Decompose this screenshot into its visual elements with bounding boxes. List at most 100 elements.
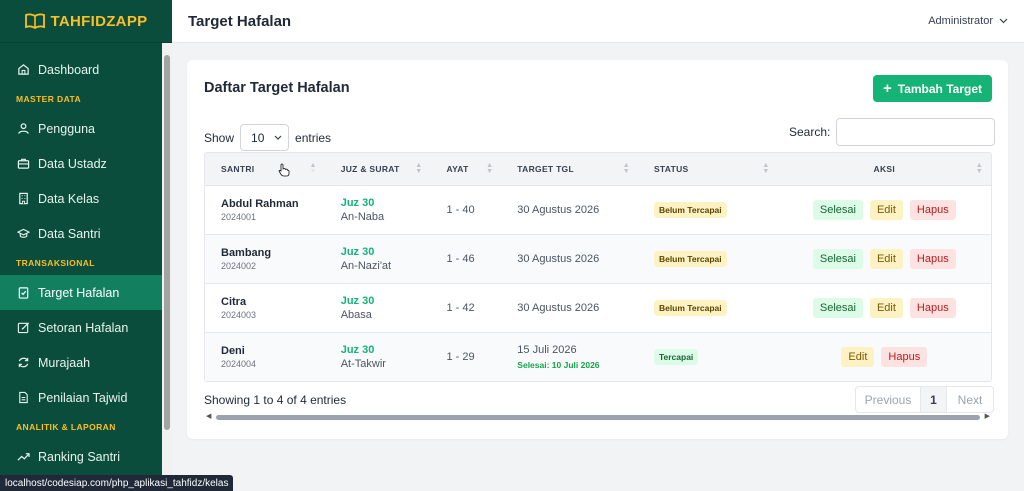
table-row: Bambang 2024002 Juz 30 An-Nazi'at 1 - 46 3…	[205, 234, 991, 283]
sidebar-item-label: Data Kelas	[38, 191, 100, 206]
sidebar-item-data-ustadz[interactable]: Data Ustadz	[0, 146, 162, 181]
sort-icon: ▲ ▼	[309, 162, 317, 175]
user-name: Administrator	[928, 15, 993, 27]
brand[interactable]: TAHFIDZAPP	[0, 0, 172, 43]
sidebar-item-label: Murajaah	[38, 355, 91, 370]
sidebar-item-setoran-hafalan[interactable]: Setoran Hafalan	[0, 310, 162, 345]
table-header: SANTRI ▲ ▼ JUZ & SURAT ▲ ▼ AYAT ▲ ▼ TARGET TGL…	[205, 153, 991, 185]
sidebar-item-penilaian-tajwid[interactable]: Penilaian Tajwid	[0, 380, 162, 415]
sidebar-item-label: Pengguna	[38, 121, 96, 136]
target-date: 30 Agustus 2026	[517, 302, 600, 314]
santri-nis: 2024003	[221, 310, 257, 320]
sort-icon: ▲ ▼	[622, 162, 630, 175]
santri-name: Citra	[221, 296, 247, 308]
scroll-right-icon[interactable]: ▶	[985, 412, 990, 420]
entries-label: entries	[295, 130, 332, 145]
sidebar-item-pengguna[interactable]: Pengguna	[0, 111, 162, 146]
column-header-ayat[interactable]: AYAT ▲ ▼	[430, 153, 501, 185]
table-horizontal-scrollbar[interactable]: ◀ ▶	[204, 412, 992, 422]
selesai-button[interactable]: Selesai	[812, 298, 863, 318]
edit-icon	[17, 322, 30, 334]
scroll-left-icon[interactable]: ◀	[206, 412, 211, 420]
sort-icon: ▲ ▼	[975, 162, 983, 175]
next-page-button[interactable]: Next	[947, 387, 993, 412]
edit-button[interactable]: Edit	[869, 200, 903, 220]
status-badge: Tercapai	[653, 349, 699, 365]
sidebar-scrollbar-thumb[interactable]	[164, 55, 170, 430]
add-target-label: Tambah Target	[897, 81, 982, 96]
sidebar-item-label: Target Hafalan	[38, 285, 120, 300]
ayat-range: 1 - 40	[446, 204, 475, 216]
graduation-cap-icon	[17, 228, 30, 238]
sidebar-scrollbar[interactable]	[162, 43, 172, 491]
santri-nis: 2024001	[221, 212, 257, 222]
page-length-control: Show 10 entries	[204, 124, 331, 151]
surat-label: An-Naba	[340, 211, 385, 223]
table-info: Showing 1 to 4 of 4 entries	[204, 393, 347, 407]
scrollbar-thumb[interactable]	[216, 415, 980, 420]
topbar: Target Hafalan Administrator	[172, 0, 1024, 43]
page-1-button[interactable]: 1	[920, 387, 947, 412]
status-badge: Belum Tercapai	[653, 251, 727, 267]
edit-button[interactable]: Edit	[869, 249, 903, 269]
santri-name: Abdul Rahman	[221, 198, 299, 210]
sort-icon: ▲ ▼	[415, 162, 423, 175]
hapus-button[interactable]: Hapus	[909, 249, 956, 269]
hapus-button[interactable]: Hapus	[909, 298, 956, 318]
santri-nis: 2024002	[221, 261, 257, 271]
sidebar-item-target-hafalan[interactable]: Target Hafalan	[0, 275, 162, 310]
column-header-aksi[interactable]: AKSI ▲ ▼	[778, 153, 991, 185]
hapus-button[interactable]: Hapus	[881, 347, 928, 367]
sidebar-item-label: Ranking Santri	[38, 449, 120, 464]
juz-label: Juz 30	[340, 344, 375, 356]
show-label: Show	[204, 130, 235, 145]
users-icon	[18, 123, 29, 134]
sidebar-item-data-kelas[interactable]: Data Kelas	[0, 181, 162, 216]
sidebar-item-dashboard[interactable]: Dashboard	[0, 52, 162, 87]
table-row: Abdul Rahman 2024001 Juz 30 An-Naba 1 - 40…	[205, 185, 991, 234]
santri-name: Bambang	[221, 247, 272, 259]
sidebar-item-label: Dashboard	[38, 62, 100, 77]
surat-label: An-Nazi'at	[340, 260, 392, 272]
browser-status-url: localhost/codesiap.com/php_aplikasi_tahf…	[0, 475, 234, 491]
home-icon	[18, 64, 29, 75]
chevron-down-icon	[274, 135, 282, 140]
add-target-button[interactable]: + Tambah Target	[873, 75, 992, 102]
selesai-button[interactable]: Selesai	[812, 249, 863, 269]
previous-page-button[interactable]: Previous	[856, 387, 920, 412]
column-header-santri[interactable]: SANTRI ▲ ▼	[205, 153, 325, 185]
page-length-value: 10	[251, 130, 265, 145]
edit-button[interactable]: Edit	[869, 298, 903, 318]
building-icon	[19, 192, 28, 205]
search-label: Search:	[789, 125, 831, 139]
sidebar-nav: Dashboard MASTER DATA Pengguna Data Usta…	[0, 52, 162, 474]
chevron-down-icon	[999, 18, 1008, 24]
hapus-button[interactable]: Hapus	[909, 200, 956, 220]
card-title: Daftar Target Hafalan	[204, 80, 350, 96]
column-header-target-tgl[interactable]: TARGET TGL ▲ ▼	[501, 153, 638, 185]
section-master-data: MASTER DATA	[16, 94, 81, 104]
page-length-select[interactable]: 10	[240, 124, 290, 151]
brand-name: TAHFIDZAPP	[50, 12, 148, 30]
sort-icon: ▲ ▼	[486, 162, 494, 175]
target-table: SANTRI ▲ ▼ JUZ & SURAT ▲ ▼ AYAT ▲ ▼ TARGET TGL…	[204, 152, 992, 382]
sidebar-item-ranking-santri[interactable]: Ranking Santri	[0, 439, 162, 474]
status-badge: Belum Tercapai	[653, 202, 727, 218]
column-header-juz-surat[interactable]: JUZ & SURAT ▲ ▼	[325, 153, 431, 185]
sidebar-item-murajaah[interactable]: Murajaah	[0, 345, 162, 380]
search-control: Search:	[789, 118, 996, 146]
sidebar-item-label: Setoran Hafalan	[38, 320, 129, 335]
completed-date: Selesai: 10 Juli 2026	[517, 360, 600, 370]
sidebar-item-data-santri[interactable]: Data Santri	[0, 216, 162, 251]
search-input[interactable]	[836, 118, 996, 146]
refresh-icon	[18, 357, 29, 368]
juz-label: Juz 30	[340, 246, 375, 258]
sidebar-item-label: Penilaian Tajwid	[38, 390, 128, 405]
selesai-button[interactable]: Selesai	[812, 200, 863, 220]
target-date: 15 Juli 2026	[517, 344, 577, 356]
sidebar: TAHFIDZAPP Dashboard MASTER DATA Penggun…	[0, 0, 172, 491]
edit-button[interactable]: Edit	[841, 347, 875, 367]
user-menu[interactable]: Administrator	[928, 15, 1008, 27]
target-list-card: Daftar Target Hafalan + Tambah Target Sh…	[187, 60, 1008, 439]
column-header-status[interactable]: STATUS ▲ ▼	[638, 153, 778, 185]
